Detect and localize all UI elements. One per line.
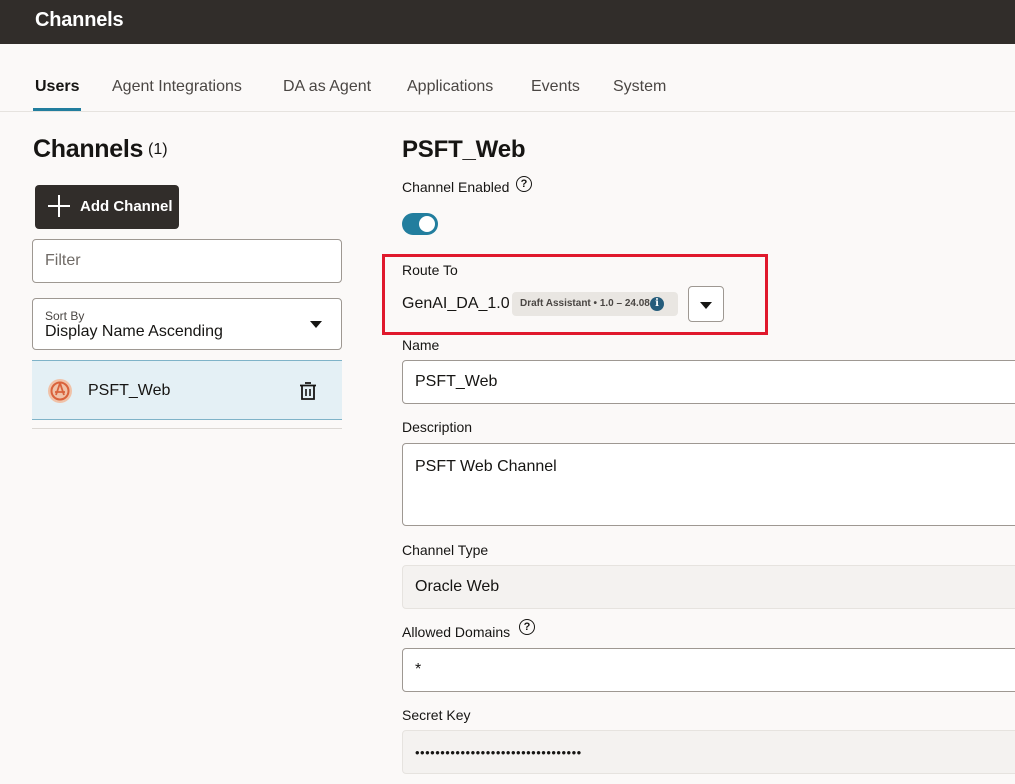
channels-list-title: Channels bbox=[33, 135, 144, 163]
name-input[interactable] bbox=[402, 360, 1015, 404]
add-channel-button[interactable]: Add Channel bbox=[35, 185, 179, 229]
channels-count: (1) bbox=[148, 141, 168, 158]
active-tab-indicator bbox=[33, 108, 81, 111]
secret-key-value[interactable]: ••••••••••••••••••••••••••••••••• bbox=[402, 730, 1015, 774]
channel-name: PSFT_Web bbox=[88, 382, 171, 399]
channel-web-icon bbox=[48, 379, 72, 403]
name-label: Name bbox=[402, 337, 440, 353]
allowed-domains-label: Allowed Domains bbox=[402, 624, 511, 640]
chevron-down-icon bbox=[700, 302, 712, 309]
route-version-text: Draft Assistant • 1.0 – 24.08 bbox=[520, 298, 650, 309]
toggle-knob bbox=[419, 216, 435, 232]
route-to-value: GenAI_DA_1.0 bbox=[402, 295, 510, 312]
sort-by-value: Display Name Ascending bbox=[45, 323, 223, 340]
tab-system[interactable]: System bbox=[613, 78, 666, 96]
help-icon[interactable]: ? bbox=[516, 176, 532, 192]
route-to-dropdown-button[interactable] bbox=[688, 286, 724, 322]
filter-input[interactable] bbox=[32, 239, 342, 283]
channel-list-item[interactable]: PSFT_Web bbox=[32, 360, 342, 420]
sort-by-select[interactable]: Sort By Display Name Ascending bbox=[32, 298, 342, 350]
channel-type-value: Oracle Web bbox=[402, 565, 1015, 609]
tab-applications[interactable]: Applications bbox=[407, 78, 493, 96]
tab-da-as-agent[interactable]: DA as Agent bbox=[283, 78, 371, 96]
description-label: Description bbox=[402, 419, 473, 435]
channel-detail-title: PSFT_Web bbox=[402, 136, 526, 163]
sort-by-label: Sort By bbox=[45, 309, 85, 323]
tab-events[interactable]: Events bbox=[531, 78, 580, 96]
trash-icon[interactable] bbox=[299, 381, 317, 401]
channel-type-label: Channel Type bbox=[402, 542, 489, 558]
add-channel-label: Add Channel bbox=[80, 198, 173, 215]
channel-enabled-toggle[interactable] bbox=[402, 213, 438, 235]
route-version-badge: Draft Assistant • 1.0 – 24.08 i bbox=[512, 292, 678, 316]
info-icon[interactable]: i bbox=[650, 297, 664, 311]
tab-agent-integrations[interactable]: Agent Integrations bbox=[112, 78, 242, 96]
allowed-domains-input[interactable] bbox=[402, 648, 1015, 692]
list-divider bbox=[32, 428, 342, 429]
tab-users[interactable]: Users bbox=[35, 78, 79, 96]
help-icon[interactable]: ? bbox=[519, 619, 535, 635]
route-to-label: Route To bbox=[402, 262, 458, 278]
app-title: Channels bbox=[35, 9, 124, 31]
description-textarea[interactable]: PSFT Web Channel bbox=[402, 443, 1015, 526]
channel-enabled-label: Channel Enabled bbox=[402, 179, 510, 195]
plus-icon bbox=[48, 195, 70, 217]
app-header: Channels bbox=[0, 0, 1015, 44]
tab-bar: Users Agent Integrations DA as Agent App… bbox=[0, 44, 1015, 112]
secret-key-label: Secret Key bbox=[402, 707, 471, 723]
chevron-down-icon bbox=[310, 321, 322, 328]
